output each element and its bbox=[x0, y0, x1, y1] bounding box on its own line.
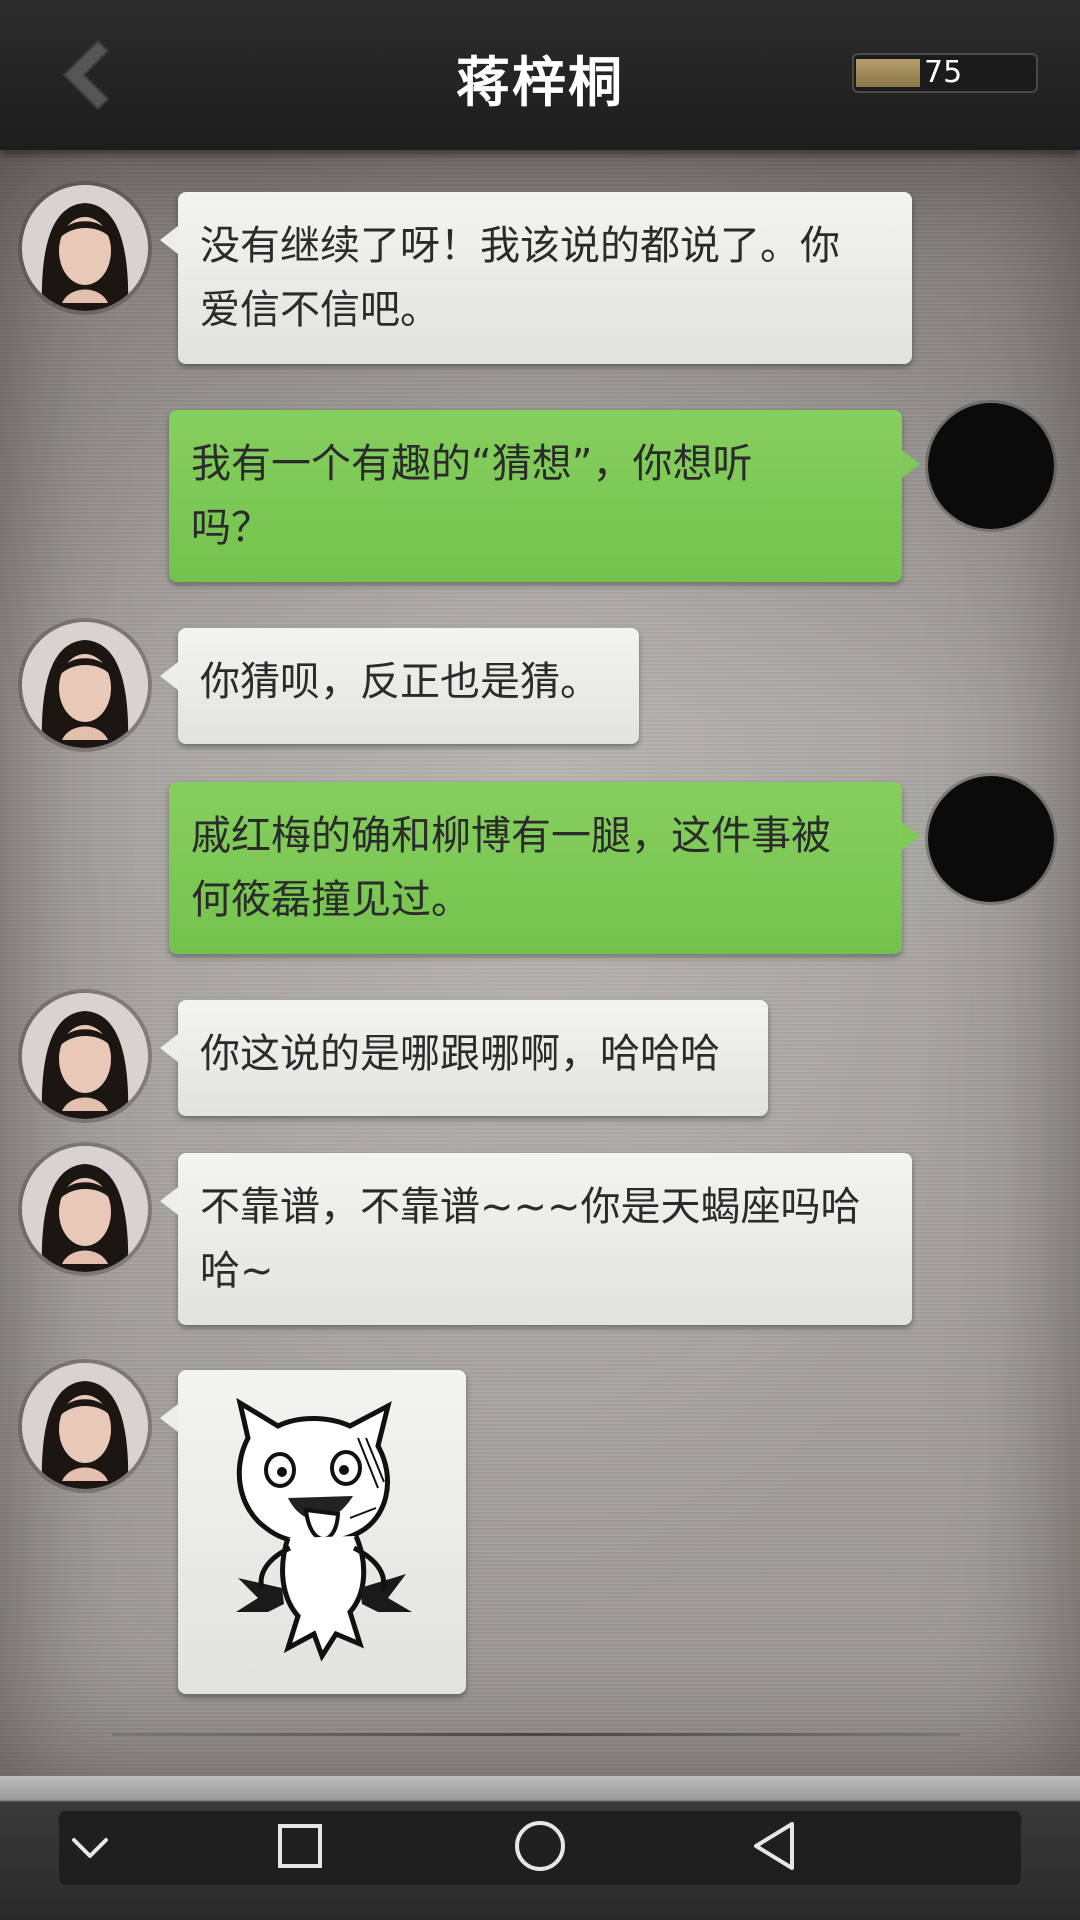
contact-avatar[interactable] bbox=[22, 1363, 148, 1489]
girl-portrait-icon bbox=[22, 993, 148, 1119]
girl-portrait-icon bbox=[22, 1363, 148, 1489]
circle-icon bbox=[515, 1821, 565, 1871]
message-bubble-received: 你猜呗，反正也是猜。 bbox=[160, 628, 639, 744]
top-bar: 蒋梓桐 75 bbox=[0, 0, 1080, 150]
message-bubble-sent: 戚红梅的确和柳博有一腿，这件事被 何筱磊撞见过。 bbox=[169, 782, 920, 954]
contact-avatar[interactable] bbox=[22, 993, 148, 1119]
player-avatar[interactable] bbox=[928, 776, 1054, 902]
favorability-meter: 75 bbox=[852, 53, 1038, 93]
chat-background bbox=[0, 150, 1080, 1780]
message-bubble-received: 你这说的是哪跟哪啊，哈哈哈 bbox=[160, 1000, 768, 1116]
message-bubble-sent: 我有一个有趣的“猜想”，你想听 吗？ bbox=[169, 410, 920, 582]
girl-portrait-icon bbox=[22, 185, 148, 311]
square-icon bbox=[278, 1824, 322, 1868]
meter-value: 75 bbox=[924, 55, 963, 90]
message-text-line: 你这说的是哪跟哪啊，哈哈哈 bbox=[200, 1031, 720, 1077]
message-text-line: 你猜呗，反正也是猜。 bbox=[200, 659, 600, 705]
girl-portrait-icon bbox=[22, 622, 148, 748]
meter-fill bbox=[856, 59, 920, 87]
contact-avatar[interactable] bbox=[22, 1146, 148, 1272]
recent-apps-button[interactable] bbox=[248, 1810, 348, 1886]
contact-avatar[interactable] bbox=[22, 622, 148, 748]
sticker-message-bubble[interactable] bbox=[160, 1370, 466, 1694]
message-text-line: 我有一个有趣的“猜想”，你想听 bbox=[191, 441, 753, 487]
contact-avatar[interactable] bbox=[22, 185, 148, 311]
message-text-line: 吗？ bbox=[191, 505, 271, 551]
message-text-line: 爱信不信吧。 bbox=[200, 287, 440, 333]
chat-end-divider bbox=[112, 1733, 960, 1736]
message-text-line: 戚红梅的确和柳博有一腿，这件事被 bbox=[191, 813, 831, 859]
message-bubble-received: 不靠谱，不靠谱~~~你是天蝎座吗哈 哈~ bbox=[160, 1153, 912, 1325]
message-text-line: 没有继续了呀！我该说的都说了。你 bbox=[200, 223, 840, 269]
triangle-back-icon bbox=[754, 1822, 794, 1870]
chevron-down-icon bbox=[72, 1838, 108, 1858]
cat-demon-sticker-icon bbox=[236, 1398, 412, 1662]
system-navigation-bar bbox=[0, 1776, 1080, 1920]
hide-navbar-button[interactable] bbox=[58, 1810, 158, 1886]
system-back-button[interactable] bbox=[726, 1810, 826, 1886]
home-button[interactable] bbox=[490, 1810, 590, 1886]
message-bubble-received: 没有继续了呀！我该说的都说了。你 爱信不信吧。 bbox=[160, 192, 912, 364]
navigation-bar-panel bbox=[58, 1810, 1022, 1886]
girl-portrait-icon bbox=[22, 1146, 148, 1272]
message-text-line: 何筱磊撞见过。 bbox=[191, 877, 471, 923]
message-text-line: 哈~ bbox=[200, 1248, 274, 1294]
player-avatar[interactable] bbox=[928, 403, 1054, 529]
message-text-line: 不靠谱，不靠谱~~~你是天蝎座吗哈 bbox=[200, 1184, 861, 1230]
